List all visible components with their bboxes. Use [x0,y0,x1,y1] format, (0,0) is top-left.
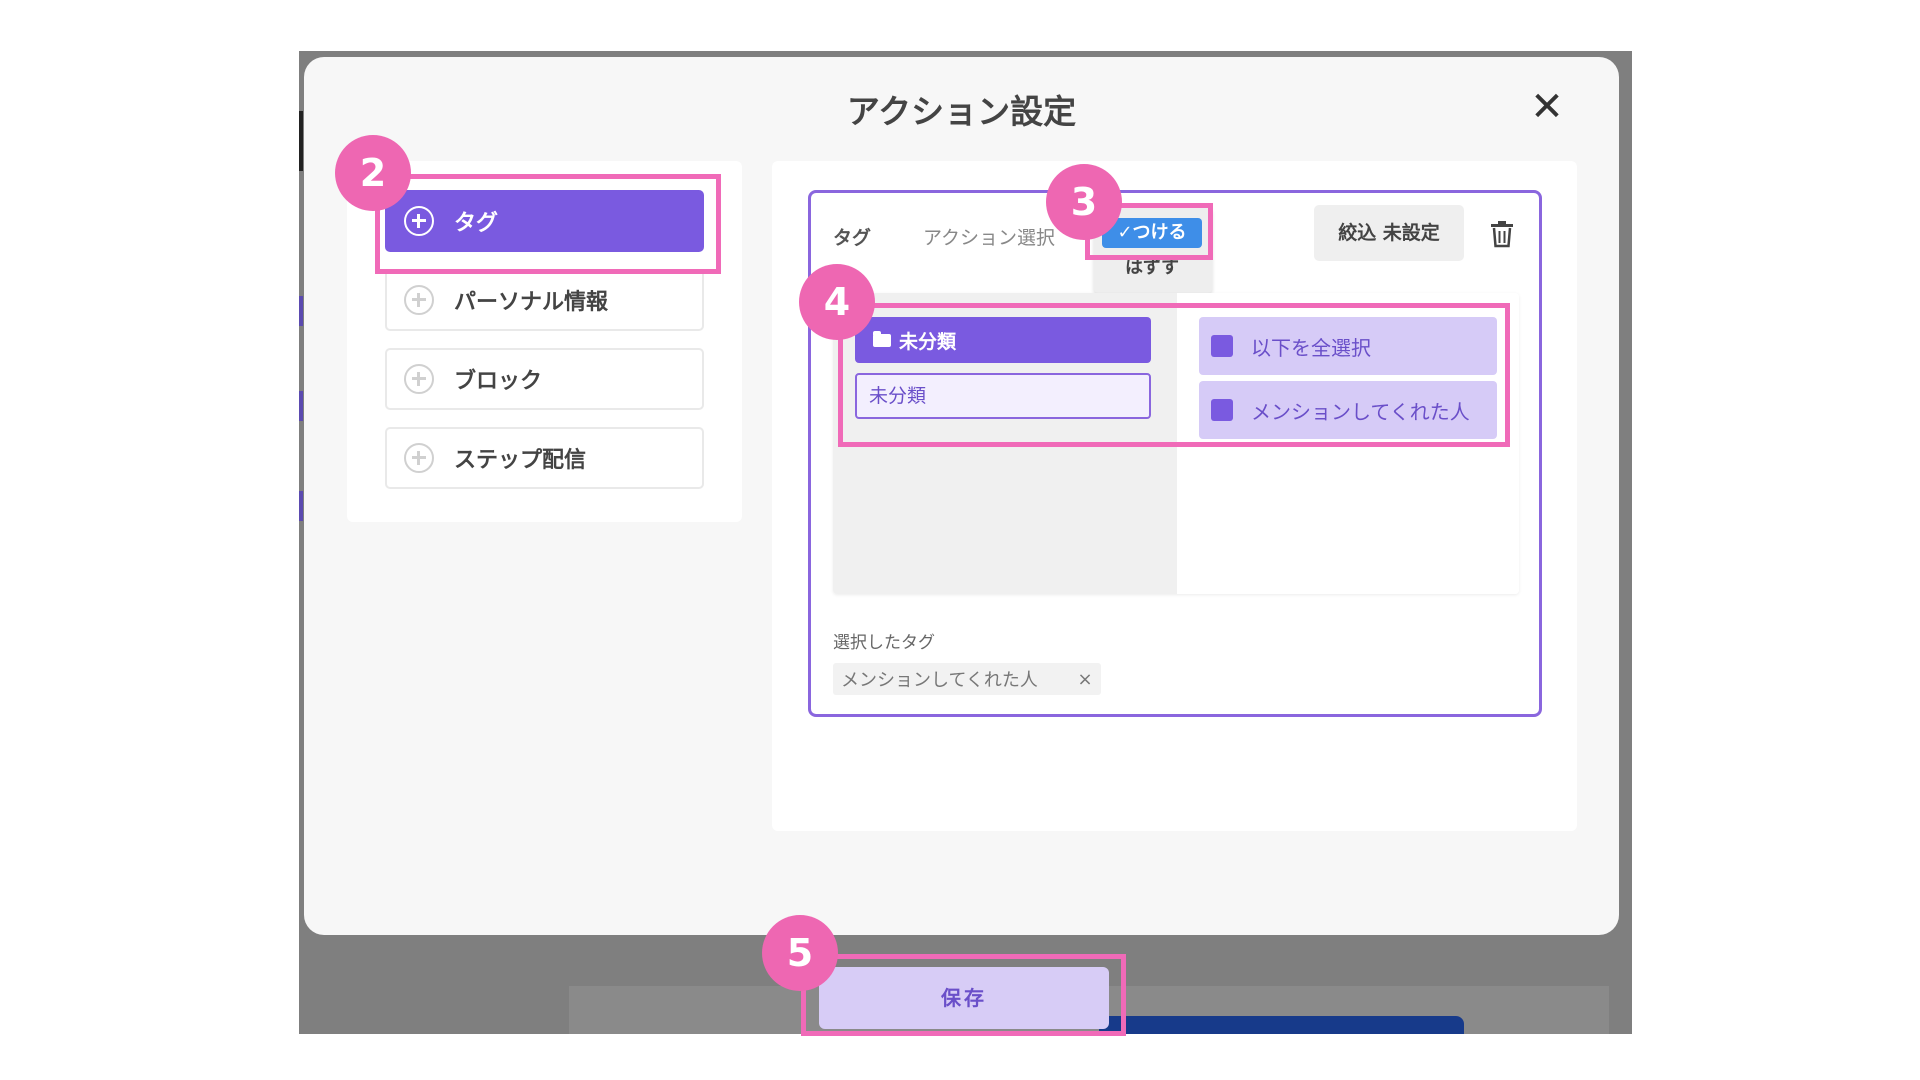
step-badge-3: 3 [1046,164,1122,240]
trash-icon[interactable] [1489,220,1515,248]
action-select-label: アクション選択 [923,227,1056,249]
checkbox[interactable] [1211,399,1233,421]
tag-option-label: メンションしてくれた人 [1251,399,1470,424]
plus-circle-icon [404,206,434,236]
step-badge-2: 2 [335,135,411,211]
category-personal-info[interactable]: パーソナル情報 [385,269,704,331]
plus-circle-icon [404,285,434,315]
chip-label: メンションしてくれた人 [841,670,1038,691]
plus-circle-icon [404,443,434,473]
step-badge-5: 5 [762,915,838,991]
backdrop-primary-button [1099,1016,1464,1034]
folder-column: 未分類 未分類 [833,293,1177,594]
folder-button-label: 未分類 [899,330,957,353]
category-tag[interactable]: タグ [385,190,704,252]
category-label: タグ [454,211,499,236]
category-block[interactable]: ブロック [385,348,704,410]
checkbox[interactable] [1211,335,1233,357]
tag-option-select-all[interactable]: 以下を全選択 [1199,317,1497,375]
option-attach[interactable]: ✓つける [1102,218,1202,248]
tag-column: 以下を全選択 メンションしてくれた人 [1177,293,1519,594]
close-button[interactable]: ✕ [1525,85,1569,129]
folder-item[interactable]: 未分類 [855,373,1151,419]
category-panel: タグ パーソナル情報 ブロック ステップ配信 [347,161,742,522]
action-settings-modal: アクション設定 ✕ タグ パーソナル情報 ブロック ステップ配信 タグ アクショ… [304,57,1619,935]
remove-chip-icon[interactable]: × [1075,669,1095,690]
tag-option-mentioned[interactable]: メンションしてくれた人 [1199,381,1497,439]
category-label: ステップ配信 [454,448,587,473]
category-label: ブロック [454,369,543,394]
action-panel: タグ アクション選択 ✓つける はずす 絞込 未設定 未分類 未分類 以下を全選… [772,161,1577,831]
save-button[interactable]: 保存 [819,967,1109,1029]
step-badge-4: 4 [799,264,875,340]
plus-circle-icon [404,364,434,394]
category-step-delivery[interactable]: ステップ配信 [385,427,704,489]
modal-title: アクション設定 [846,92,1077,131]
category-label: パーソナル情報 [454,290,609,315]
selected-tag-chip: メンションしてくれた人 × [833,663,1101,695]
folder-button[interactable]: 未分類 [855,317,1151,363]
action-type-label: タグ [833,227,872,249]
tag-option-label: 以下を全選択 [1251,335,1371,360]
filter-button[interactable]: 絞込 未設定 [1314,205,1464,261]
tag-action-card: タグ アクション選択 ✓つける はずす 絞込 未設定 未分類 未分類 以下を全選… [808,190,1542,717]
selected-tags-label: 選択したタグ [833,633,935,653]
tag-picker: 未分類 未分類 以下を全選択 メンションしてくれた人 [833,293,1519,594]
option-remove[interactable]: はずす [1102,253,1202,283]
folder-icon [873,330,891,347]
